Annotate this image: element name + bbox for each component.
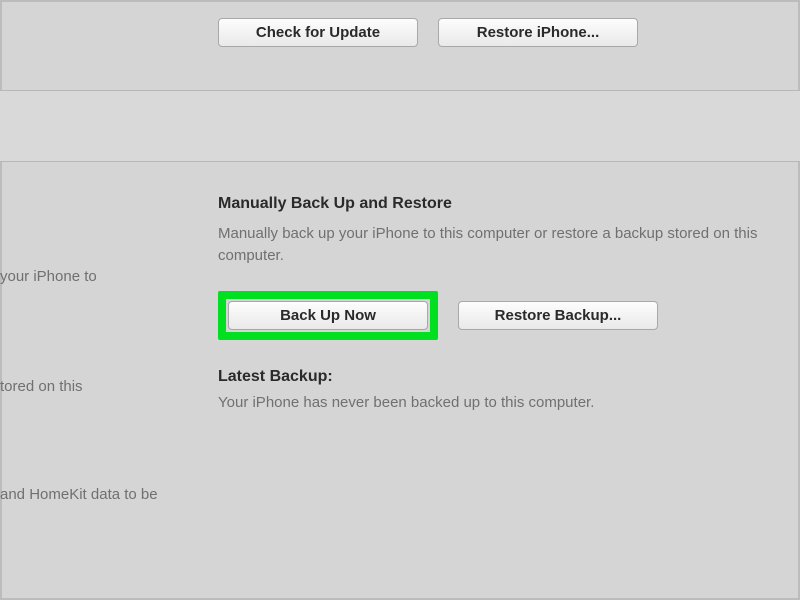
check-for-update-button[interactable]: Check for Update [218, 18, 418, 47]
back-up-now-button[interactable]: Back Up Now [228, 301, 428, 330]
cropped-text-fragment: and HomeKit data to be [0, 486, 158, 503]
top-button-row: Check for Update Restore iPhone... [218, 18, 638, 47]
cropped-text-fragment: tored on this [0, 378, 83, 395]
highlight-box: Back Up Now [218, 291, 438, 340]
restore-backup-button[interactable]: Restore Backup... [458, 301, 658, 330]
divider [0, 161, 800, 162]
latest-backup-status: Your iPhone has never been backed up to … [218, 394, 780, 411]
latest-backup-label: Latest Backup: [218, 368, 780, 386]
backup-section-title: Manually Back Up and Restore [218, 195, 780, 213]
section-band [0, 91, 800, 161]
restore-iphone-button[interactable]: Restore iPhone... [438, 18, 638, 47]
backup-section: Manually Back Up and Restore Manually ba… [218, 195, 780, 411]
backup-section-description: Manually back up your iPhone to this com… [218, 223, 758, 267]
cropped-text-fragment: your iPhone to [0, 268, 97, 285]
backup-button-row: Back Up Now Restore Backup... [218, 291, 780, 340]
